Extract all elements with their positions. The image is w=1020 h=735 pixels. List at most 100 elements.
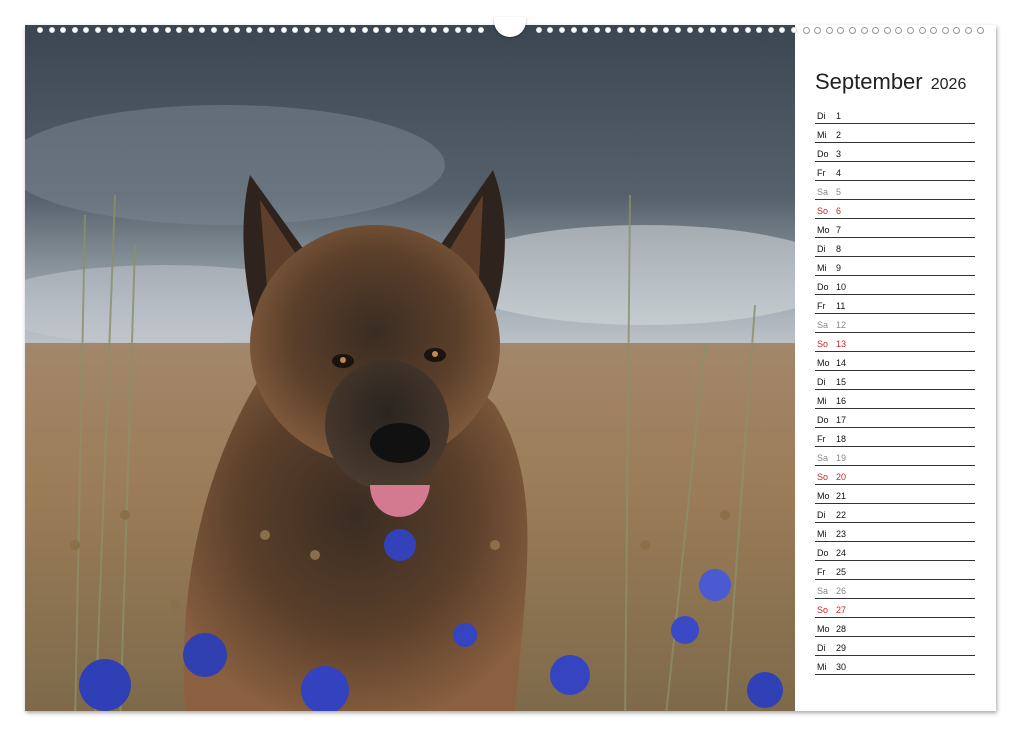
weekday-abbr: Mi — [817, 130, 827, 140]
binding-hole — [280, 27, 287, 33]
binding-hole — [396, 27, 403, 33]
day-row: Sa 12 — [815, 314, 975, 333]
day-row: Mi 2 — [815, 124, 975, 143]
binding-hole — [60, 27, 67, 33]
binding-hole — [628, 27, 635, 33]
day-row: Di 22 — [815, 504, 975, 523]
binding-hole — [698, 27, 705, 33]
weekday-abbr: Sa — [817, 187, 829, 197]
binding-hole — [37, 27, 43, 33]
day-row: Di 15 — [815, 371, 975, 390]
weekday-abbr: Di — [817, 377, 826, 387]
weekday-abbr: Sa — [817, 453, 829, 463]
binding-hole — [71, 27, 78, 33]
day-number: 25 — [836, 567, 847, 577]
weekday-abbr: Di — [817, 643, 826, 653]
binding-hole — [176, 27, 183, 33]
binding-hole — [48, 27, 55, 33]
binding-hole — [721, 27, 728, 33]
day-number: 22 — [836, 510, 847, 520]
day-number: 13 — [836, 339, 847, 349]
binding-hole — [559, 27, 565, 33]
binding-hole — [477, 27, 484, 33]
day-row: Sa 26 — [815, 580, 975, 599]
month-name: September — [815, 69, 923, 94]
binding-hole — [535, 27, 542, 33]
weekday-abbr: So — [817, 472, 829, 482]
binding-hole — [744, 27, 751, 33]
binding-hole — [593, 27, 600, 33]
binding-hole — [570, 27, 577, 33]
binding-hole — [651, 27, 658, 33]
weekday-abbr: Di — [817, 111, 826, 121]
weekday-abbr: Di — [817, 510, 826, 520]
day-number: 16 — [836, 396, 847, 406]
day-number: 8 — [836, 244, 842, 254]
day-number: 11 — [836, 301, 846, 311]
day-number: 5 — [836, 187, 842, 197]
day-list: Di 1 Mi 2 Do 3 Fr 4 Sa 5 So 6 Mo 7 Di 8 Mi 9 Do 10 Fr 11 Sa 12 S… — [815, 105, 975, 675]
day-row: Mo 21 — [815, 485, 975, 504]
day-number: 28 — [836, 624, 847, 634]
binding-hole — [338, 27, 345, 33]
day-row: So 13 — [815, 333, 975, 352]
binding-hole — [767, 27, 774, 33]
binding-hole — [327, 27, 333, 33]
day-row: Mi 23 — [815, 523, 975, 542]
day-row: So 6 — [815, 200, 975, 219]
binding-hole — [431, 27, 438, 33]
day-row: Mo 14 — [815, 352, 975, 371]
binding-hole — [245, 27, 252, 33]
binding-hole — [582, 27, 589, 33]
day-row: Do 10 — [815, 276, 975, 295]
day-number: 24 — [836, 548, 847, 558]
binding-hole — [640, 27, 647, 33]
weekday-abbr: Fr — [817, 567, 826, 577]
binding-hole — [164, 27, 171, 33]
binding-hole — [350, 27, 357, 33]
day-number: 14 — [836, 358, 847, 368]
binding-hole — [408, 27, 415, 33]
day-number: 19 — [836, 453, 847, 463]
weekday-abbr: Fr — [817, 301, 826, 311]
binding-hole — [675, 27, 681, 33]
day-row: Do 17 — [815, 409, 975, 428]
day-row: Fr 4 — [815, 162, 975, 181]
binding-hole — [95, 27, 101, 33]
day-number: 3 — [836, 149, 842, 159]
day-row: Sa 19 — [815, 447, 975, 466]
binding-hole — [686, 27, 693, 33]
weekday-abbr: So — [817, 605, 829, 615]
binding-hole — [187, 27, 194, 33]
binding-hole — [257, 27, 264, 33]
binding-hole — [663, 27, 670, 33]
day-row: Mo 28 — [815, 618, 975, 637]
binding-hole — [466, 27, 473, 33]
binding-hole — [617, 27, 623, 33]
weekday-abbr: Mo — [817, 624, 830, 634]
day-row: So 20 — [815, 466, 975, 485]
weekday-abbr: Fr — [817, 168, 826, 178]
german-shepherd-photo — [25, 25, 795, 711]
day-number: 29 — [836, 643, 847, 653]
weekday-abbr: Mo — [817, 358, 830, 368]
day-row: Di 1 — [815, 105, 975, 124]
day-row: Do 3 — [815, 143, 975, 162]
binding-hole — [141, 27, 148, 33]
day-number: 17 — [836, 415, 847, 425]
day-number: 9 — [836, 263, 842, 273]
binding-hole — [373, 27, 380, 33]
day-number: 2 — [836, 130, 842, 140]
day-row: Fr 18 — [815, 428, 975, 447]
binding-hole — [419, 27, 426, 33]
weekday-abbr: Do — [817, 415, 829, 425]
day-number: 23 — [836, 529, 847, 539]
weekday-abbr: Sa — [817, 320, 829, 330]
weekday-abbr: Mi — [817, 662, 827, 672]
day-number: 30 — [836, 662, 847, 672]
weekday-abbr: Mo — [817, 491, 830, 501]
binding-hole — [222, 27, 229, 33]
binding-hole — [779, 27, 786, 33]
day-number: 6 — [836, 206, 842, 216]
day-number: 7 — [836, 225, 842, 235]
